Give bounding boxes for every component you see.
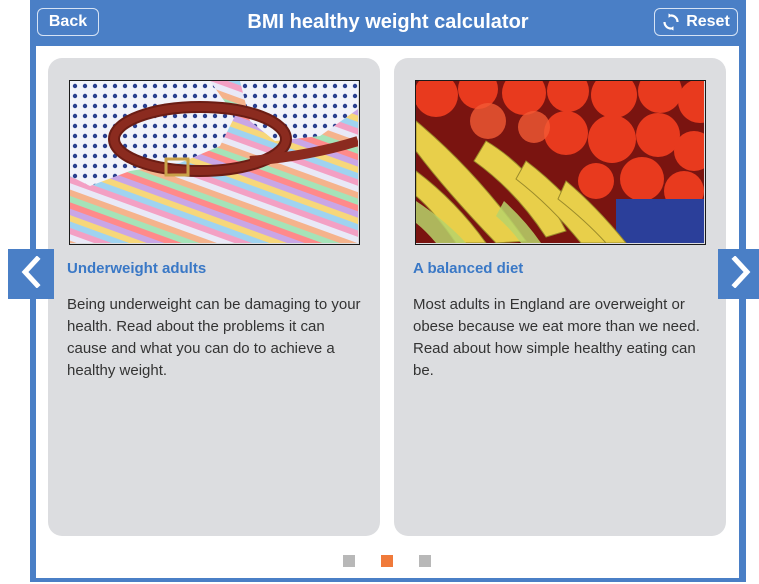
info-card[interactable]: A balanced diet Most adults in England a…	[394, 58, 726, 536]
card-title[interactable]: A balanced diet	[413, 260, 523, 277]
pagination-dot[interactable]	[381, 555, 393, 567]
info-card[interactable]: Underweight adults Being underweight can…	[48, 58, 380, 536]
page-title: BMI healthy weight calculator	[247, 11, 529, 33]
pagination	[0, 555, 759, 567]
chevron-left-icon	[20, 254, 42, 293]
next-button[interactable]	[718, 249, 759, 299]
refresh-icon	[662, 13, 680, 31]
previous-button[interactable]	[8, 249, 54, 299]
reset-button[interactable]: Reset	[654, 8, 738, 36]
chevron-right-icon	[730, 254, 752, 293]
card-description: Most adults in England are overweight or…	[413, 296, 700, 379]
reset-button-label: Reset	[686, 13, 730, 30]
pagination-dot[interactable]	[419, 555, 431, 567]
card-image-fruit	[415, 80, 706, 245]
card-description: Being underweight can be damaging to you…	[67, 296, 361, 379]
card-title[interactable]: Underweight adults	[67, 260, 206, 277]
header: Back BMI healthy weight calculator Reset	[30, 0, 746, 46]
card-image-belt-on-fabric	[69, 80, 360, 245]
pagination-dot[interactable]	[343, 555, 355, 567]
